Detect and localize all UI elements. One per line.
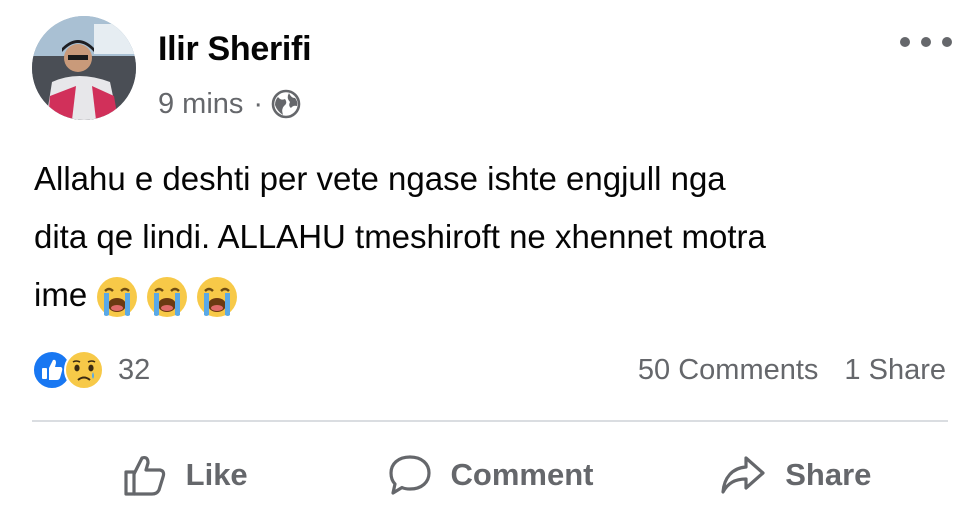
engagement-counts: 50 Comments 1 Share (638, 349, 946, 391)
comment-label: Comment (450, 457, 594, 492)
emoji-group (95, 275, 239, 319)
divider (32, 420, 948, 422)
post-text-line: dita qe lindi. ALLAHU tmeshiroft ne xhen… (34, 218, 766, 255)
post-text-line: ime (34, 266, 954, 324)
loudly-crying-face-emoji (97, 277, 138, 318)
share-label: Share (785, 457, 872, 492)
comment-bubble-icon (388, 455, 431, 495)
post-text-line: Allahu e deshti per vete ngase ishte eng… (34, 160, 726, 197)
loudly-crying-face-emoji (147, 277, 188, 318)
sad-reaction-icon (64, 350, 104, 390)
globe-icon[interactable] (271, 89, 301, 119)
loudly-crying-face-emoji (197, 277, 238, 318)
like-button[interactable]: Like (32, 440, 337, 510)
action-bar: Like Comment Share (32, 440, 948, 510)
meta-separator: · (253, 87, 264, 120)
facebook-post: Ilir Sherifi 9 mins · Allahu e deshti pe… (0, 0, 980, 524)
post-timestamp[interactable]: 9 mins (158, 88, 243, 121)
like-label: Like (185, 457, 248, 492)
share-button[interactable]: Share (643, 440, 948, 510)
post-meta: 9 mins · (158, 86, 301, 122)
reaction-count: 32 (118, 353, 151, 386)
share-arrow-icon (721, 456, 765, 494)
author-name[interactable]: Ilir Sherifi (158, 30, 312, 69)
reactions-summary[interactable]: 32 (32, 347, 150, 393)
post-text: Allahu e deshti per vete ngase ishte eng… (34, 150, 954, 324)
more-options-icon (900, 37, 910, 47)
comment-button[interactable]: Comment (337, 440, 642, 510)
comments-count-link[interactable]: 50 Comments (638, 354, 819, 387)
author-avatar[interactable] (32, 16, 136, 120)
more-options-button[interactable] (900, 30, 952, 54)
thumbs-up-icon (124, 455, 165, 496)
shares-count-link[interactable]: 1 Share (844, 354, 946, 387)
